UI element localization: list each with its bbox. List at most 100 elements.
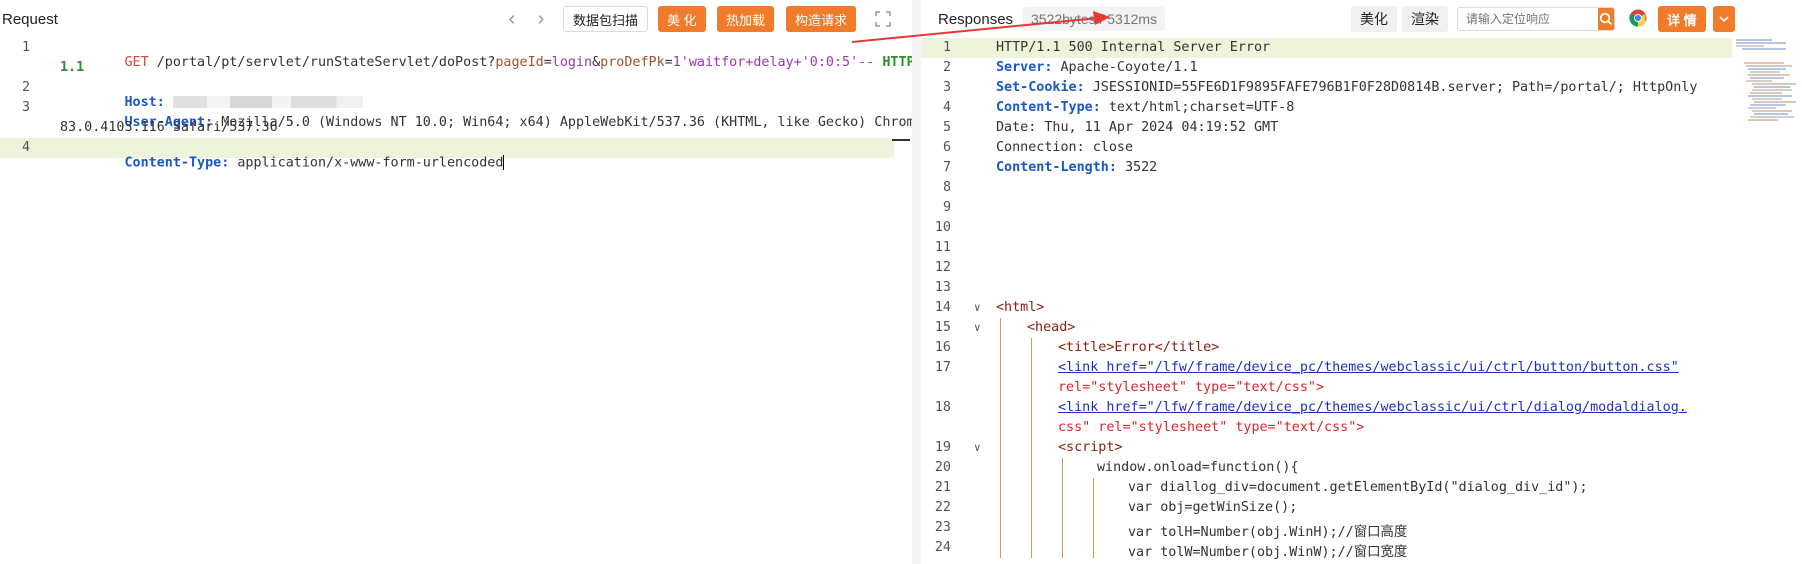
fold-toggle-icon[interactable]: ∨ [974,301,981,314]
header-key: Content-Length: [996,160,1117,175]
line-number: 3 [942,80,951,95]
expand-icon[interactable] [872,8,894,30]
html-tag: <link href="/lfw/frame/device_pc/themes/… [1058,400,1687,415]
line-number: 6 [942,140,951,155]
pane-divider[interactable] [912,0,921,564]
line-number: 7 [942,160,951,175]
code-line: 3 Set-Cookie: JSESSIONID=55FE6D1F9895FAF… [921,78,1802,98]
code-line: 83.0.4103.116 Safari/537.36 [0,118,912,138]
minimap[interactable] [1736,38,1796,258]
html-tag: <link href="/lfw/frame/device_pc/themes/… [1058,360,1679,375]
forward-icon[interactable]: › [529,8,553,31]
code-line: 13 [921,278,1802,298]
code-line: 14 ∨ <html> [921,298,1802,318]
header-value: Date: Thu, 11 Apr 2024 04:19:52 GMT [996,120,1279,135]
code-line: 10 [921,218,1802,238]
editor-scroll-marker[interactable] [892,139,910,141]
code-line: css" rel="stylesheet" type="text/css"> [921,418,1802,438]
code-line: 8 [921,178,1802,198]
code-line: 18 <link href="/lfw/frame/device_pc/them… [921,398,1802,418]
line-number: 5 [942,120,951,135]
header-value: 83.0.4103.116 Safari/537.36 [60,120,278,135]
html-tag: rel="stylesheet" type="text/css"> [1058,380,1325,395]
fold-toggle-icon[interactable]: ∨ [974,321,981,334]
indent-guide [1093,478,1094,558]
chrome-icon[interactable] [1629,9,1647,27]
http-version: 1.1 [60,60,85,75]
back-icon[interactable]: ‹ [500,8,524,31]
render-toggle[interactable]: 渲染 [1402,6,1448,32]
header-value: Connection: close [996,140,1134,155]
code-line: 2 Server: Apache-Coyote/1.1 [921,58,1802,78]
code-line: 2 Host: [0,78,912,110]
line-number: 3 [21,100,30,115]
code-line: 20 window.onload=function(){ [921,458,1802,478]
html-tag: <script> [1058,440,1123,455]
header-value: 3522 [1116,160,1158,175]
js-code: var obj=getWinSize(); [1128,500,1298,515]
code-line: 11 [921,238,1802,258]
code-line: 12 [921,258,1802,278]
html-tag: <head> [1027,320,1076,335]
details-button[interactable]: 详 情 [1658,6,1706,32]
search-icon[interactable] [1598,8,1614,30]
line-number: 2 [942,60,951,75]
line-number: 10 [934,220,951,235]
js-code: var diallog_div=document.getElementById(… [1128,480,1588,495]
line-number: 23 [934,520,951,535]
line-number: 1 [942,40,951,55]
line-number: 18 [934,400,951,415]
header-value: text/html;charset=UTF-8 [1100,100,1295,115]
response-toolbar: Responses 3522bytes / 5312ms 美化 渲染 详 情 [921,0,1802,38]
line-number: 1 [21,40,30,55]
beautify-toggle[interactable]: 美化 [1351,6,1397,32]
line-number: 8 [942,180,951,195]
code-line: 24 var tolW=Number(obj.WinW);//窗口宽度 [921,538,1802,560]
header-value: Apache-Coyote/1.1 [1052,60,1198,75]
packet-scan-button[interactable]: 数据包扫描 [563,6,649,32]
js-code: var tolW=Number(obj.WinW);//窗口宽度 [1128,545,1408,560]
beautify-button[interactable]: 美 化 [658,6,706,32]
request-toolbar: Request ‹ › 数据包扫描 美 化 热加载 构造请求 [0,0,912,38]
code-line: 7 Content-Length: 3522 [921,158,1802,178]
fold-toggle-icon[interactable]: ∨ [974,441,981,454]
line-number: 2 [21,80,30,95]
code-line: 19 ∨ <script> [921,438,1802,458]
request-title: Request [2,10,58,28]
hot-load-button[interactable]: 热加载 [717,6,775,32]
line-number: 21 [934,480,951,495]
js-code: window.onload=function(){ [1097,460,1299,475]
html-tag: css" rel="stylesheet" type="text/css"> [1058,420,1365,435]
code-line: 21 var diallog_div=document.getElementBy… [921,478,1802,498]
indent-guide [1062,458,1063,558]
header-key: Content-Type: [996,100,1101,115]
code-line-active: 4 Content-Type: application/x-www-form-u… [0,138,894,171]
code-line: 17 <link href="/lfw/frame/device_pc/them… [921,358,1802,378]
code-line: 22 var obj=getWinSize(); [921,498,1802,518]
line-number: 22 [934,500,951,515]
html-tag: <title>Error</title> [1058,340,1220,355]
js-code: var tolH=Number(obj.WinH);//窗口高度 [1128,525,1408,540]
header-key: Set-Cookie: [996,80,1085,95]
response-stats: 3522bytes / 5312ms [1023,7,1166,31]
code-line: 15 ∨ <head> [921,318,1802,338]
status-line: HTTP/1.1 500 Internal Server Error [996,40,1271,55]
line-number: 24 [934,540,951,555]
construct-request-button[interactable]: 构造请求 [786,6,857,32]
line-number: 9 [942,200,951,215]
code-line: 4 Content-Type: text/html;charset=UTF-8 [921,98,1802,118]
locate-search-input[interactable] [1458,9,1598,29]
code-line: 5 Date: Thu, 11 Apr 2024 04:19:52 GMT [921,118,1802,138]
line-number: 15 [934,320,951,335]
response-title: Responses [938,10,1014,28]
line-number: 4 [21,140,30,155]
line-number: 4 [942,100,951,115]
code-line: 1 GET /portal/pt/servlet/runStateServlet… [0,38,912,70]
line-number: 12 [934,260,951,275]
code-line: 3 User-Agent: Mozilla/5.0 (Windows NT 10… [0,98,912,130]
more-menu-icon[interactable] [1713,6,1735,32]
line-number: 17 [934,360,951,375]
code-line: 16 <title>Error</title> [921,338,1802,358]
header-value: JSESSIONID=55FE6D1F9895FAFE796B1F0F28D08… [1084,80,1698,95]
html-tag: <html> [996,300,1045,315]
